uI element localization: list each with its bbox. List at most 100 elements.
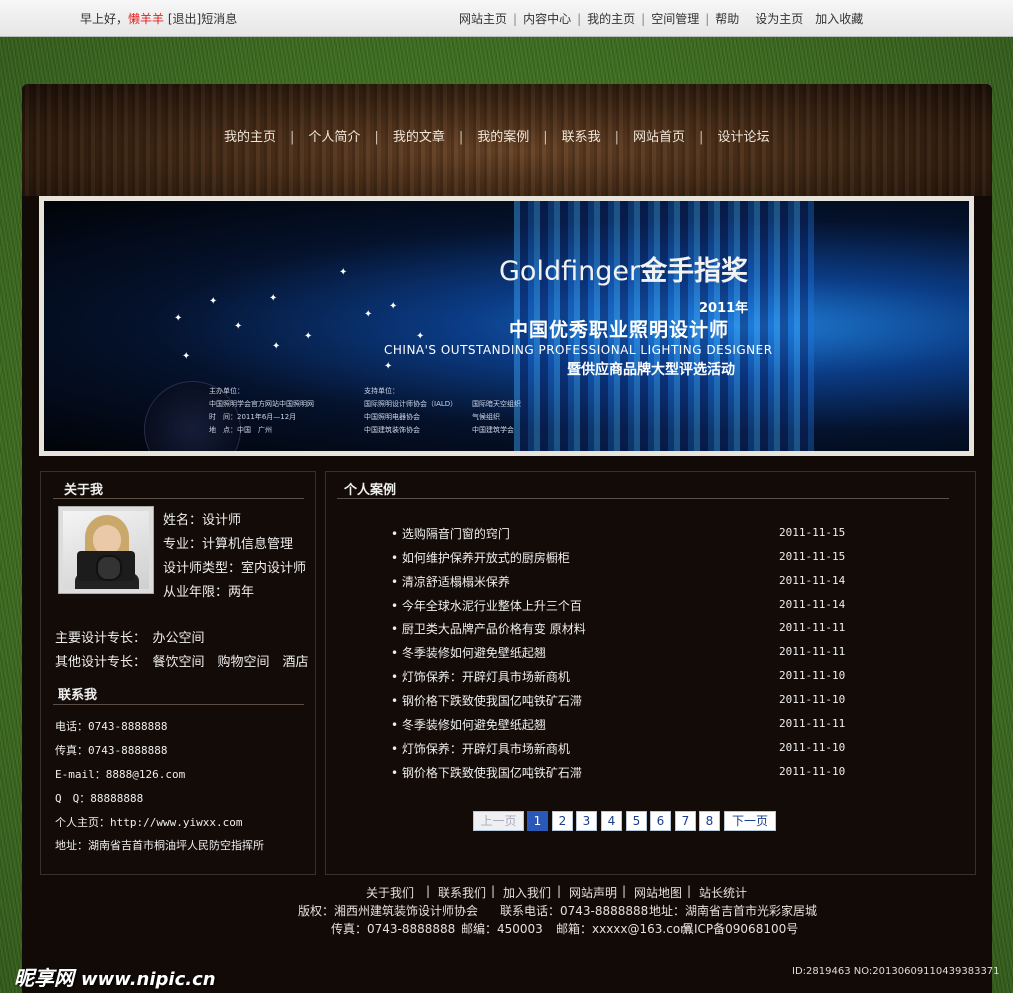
support-label: 支持单位： xyxy=(364,387,399,395)
case-item[interactable]: • 厨卫类大品牌产品价格有变 原材料 xyxy=(391,620,586,637)
banner-headline: 中国优秀职业照明设计师 xyxy=(509,319,730,341)
support-info-2: 国际暗天空组织 气候组织 中国建筑学会 xyxy=(472,398,521,437)
top-link-my-home[interactable]: 我的主页 xyxy=(587,12,635,26)
profile-name: 姓名：设计师 xyxy=(163,513,242,528)
top-link-content-center[interactable]: 内容中心 xyxy=(523,12,571,26)
star-icon: ✦ xyxy=(272,341,281,352)
case-item[interactable]: • 如何维护保养开放式的厨房橱柜 xyxy=(391,549,570,566)
nav-item-contact[interactable]: 联系我 xyxy=(562,130,601,145)
case-item[interactable]: • 钢价格下跌致使我国亿吨铁矿石滞 xyxy=(391,764,582,781)
nav-item-profile[interactable]: 个人简介 xyxy=(308,130,360,145)
banner-image: ✦ ✦ ✦ ✦ ✦ ✦ ✦ ✦ ✦ ✦ ✦ ✦ Goldfinger金手指奖 2… xyxy=(44,201,969,451)
footer-link-join[interactable]: 加入我们 xyxy=(503,884,551,901)
banner-headline-en: CHINA'S OUTSTANDING PROFESSIONAL LIGHTIN… xyxy=(384,343,773,357)
case-date: 2011-11-11 xyxy=(779,621,846,634)
page-button-8[interactable]: 8 xyxy=(699,811,720,831)
case-item[interactable]: • 钢价格下跌致使我国亿吨铁矿石滞 xyxy=(391,692,582,709)
next-page-button[interactable]: 下一页 xyxy=(724,811,776,831)
profile-years: 从业年限：两年 xyxy=(163,585,255,600)
contact-homepage[interactable]: 个人主页：http://www.yiwxx.com xyxy=(55,814,242,830)
footer-fax: 传真：0743-8888888 xyxy=(331,922,456,936)
add-favorite-link[interactable]: 加入收藏 xyxy=(815,12,863,26)
watermark-logo: 昵享网 www.nipic.cn xyxy=(14,962,216,991)
star-icon: ✦ xyxy=(384,361,393,372)
divider: | xyxy=(705,12,710,26)
divider: | xyxy=(426,884,431,898)
contact-email[interactable]: E-mail：8888@126.com xyxy=(55,766,185,782)
host-line: 地 点：中国 广州 xyxy=(209,426,272,434)
banner-subtitle: 暨供应商品牌大型评选活动 xyxy=(567,362,735,378)
host-info: 主办单位： 中国照明学会官方网站中国照明网 时 间：2011年6月—12月 地 … xyxy=(209,385,314,437)
case-item[interactable]: • 灯饰保养：开辟灯具市场新商机 xyxy=(391,668,570,685)
case-item[interactable]: • 冬季装修如何避免壁纸起翘 xyxy=(391,644,546,661)
star-icon: ✦ xyxy=(339,267,348,278)
contact-fax: 传真：0743-8888888 xyxy=(55,744,168,757)
username-link[interactable]: 懒羊羊 xyxy=(128,12,164,26)
footer-link-stats[interactable]: 站长统计 xyxy=(699,884,747,901)
star-icon: ✦ xyxy=(416,331,425,342)
top-bar: 早上好，懒羊羊 [退出]短消息 网站主页 | 内容中心 | 我的主页 | 空间管理 | 帮助 设为… xyxy=(0,0,1013,37)
footer-copyright: 版权：湘西州建筑装饰设计师协会 xyxy=(298,904,479,918)
support-line: 国际照明设计师协会（IALD） xyxy=(364,400,458,408)
host-line: 中国照明学会官方网站中国照明网 xyxy=(209,400,314,408)
top-link-site-home[interactable]: 网站主页 xyxy=(459,12,507,26)
case-item[interactable]: • 灯饰保养：开辟灯具市场新商机 xyxy=(391,740,570,757)
contact-qq: Q Q：88888888 xyxy=(55,792,144,805)
profile-designer-type: 设计师类型：室内设计师 xyxy=(163,561,307,576)
divider: | xyxy=(614,130,620,145)
prev-page-button[interactable]: 上一页 xyxy=(473,811,524,831)
case-item[interactable]: • 今年全球水泥行业整体上升三个百 xyxy=(391,597,582,614)
case-item[interactable]: • 选购隔音门窗的窍门 xyxy=(391,525,510,542)
case-item[interactable]: • 清凉舒适榻榻米保养 xyxy=(391,573,510,590)
case-date: 2011-11-14 xyxy=(779,598,846,611)
logout-link[interactable]: [退出] xyxy=(168,12,201,26)
case-date: 2011-11-10 xyxy=(779,669,846,682)
set-home-link[interactable]: 设为主页 xyxy=(755,12,803,26)
footer-address: 地址：湖南省吉首市光彩家居城 xyxy=(649,904,818,918)
nav-item-site-home[interactable]: 网站首页 xyxy=(633,130,685,145)
star-icon: ✦ xyxy=(389,301,398,312)
case-date: 2011-11-11 xyxy=(779,717,846,730)
divider: | xyxy=(699,130,704,145)
cases-title: 个人案例 xyxy=(344,483,397,498)
nav-item-cases[interactable]: 我的案例 xyxy=(477,130,529,145)
support-line: 气候组织 xyxy=(472,413,500,421)
divider: | xyxy=(557,884,562,898)
top-links: 网站主页 | 内容中心 | 我的主页 | 空间管理 | 帮助 设为主页 加入收藏 xyxy=(459,10,863,27)
banner[interactable]: ✦ ✦ ✦ ✦ ✦ ✦ ✦ ✦ ✦ ✦ ✦ ✦ Goldfinger金手指奖 2… xyxy=(39,196,974,456)
support-info: 支持单位： 国际照明设计师协会（IALD） 中国照明电器协会 中国建筑装饰协会 xyxy=(364,385,457,437)
divider: | xyxy=(290,130,295,145)
page-button-6[interactable]: 6 xyxy=(650,811,671,831)
support-line: 中国建筑学会 xyxy=(472,426,514,434)
footer-link-sitemap[interactable]: 网站地图 xyxy=(634,884,682,901)
footer-phone: 联系电话：0743-8888888 xyxy=(500,904,649,918)
watermark-url: www.nipic.cn xyxy=(80,969,216,990)
avatar xyxy=(58,506,154,594)
footer-link-about[interactable]: 关于我们 xyxy=(366,884,414,901)
divider: | xyxy=(622,884,627,898)
star-icon: ✦ xyxy=(364,309,373,320)
page-button-1[interactable]: 1 xyxy=(527,811,548,831)
nav-item-forum[interactable]: 设计论坛 xyxy=(717,130,769,145)
page-button-5[interactable]: 5 xyxy=(626,811,647,831)
messages-link[interactable]: 短消息 xyxy=(201,12,237,26)
divider: | xyxy=(577,12,582,26)
page-button-2[interactable]: 2 xyxy=(552,811,573,831)
divider xyxy=(53,498,304,499)
footer-link-statement[interactable]: 网站声明 xyxy=(569,884,617,901)
footer-link-contact[interactable]: 联系我们 xyxy=(438,884,486,901)
brand-name-cn: 金手指奖 xyxy=(640,256,749,287)
banner-title: Goldfinger金手指奖 xyxy=(499,249,748,288)
nav-item-my-home[interactable]: 我的主页 xyxy=(224,130,276,145)
divider: | xyxy=(491,884,496,898)
page-button-4[interactable]: 4 xyxy=(601,811,622,831)
page-button-7[interactable]: 7 xyxy=(675,811,696,831)
top-link-space-manage[interactable]: 空间管理 xyxy=(651,12,699,26)
nav-item-articles[interactable]: 我的文章 xyxy=(393,130,445,145)
case-date: 2011-11-15 xyxy=(779,526,846,539)
contact-title: 联系我 xyxy=(58,688,98,703)
host-line: 时 间：2011年6月—12月 xyxy=(209,413,297,421)
case-item[interactable]: • 冬季装修如何避免壁纸起翘 xyxy=(391,716,546,733)
top-link-help[interactable]: 帮助 xyxy=(715,12,739,26)
page-button-3[interactable]: 3 xyxy=(576,811,597,831)
